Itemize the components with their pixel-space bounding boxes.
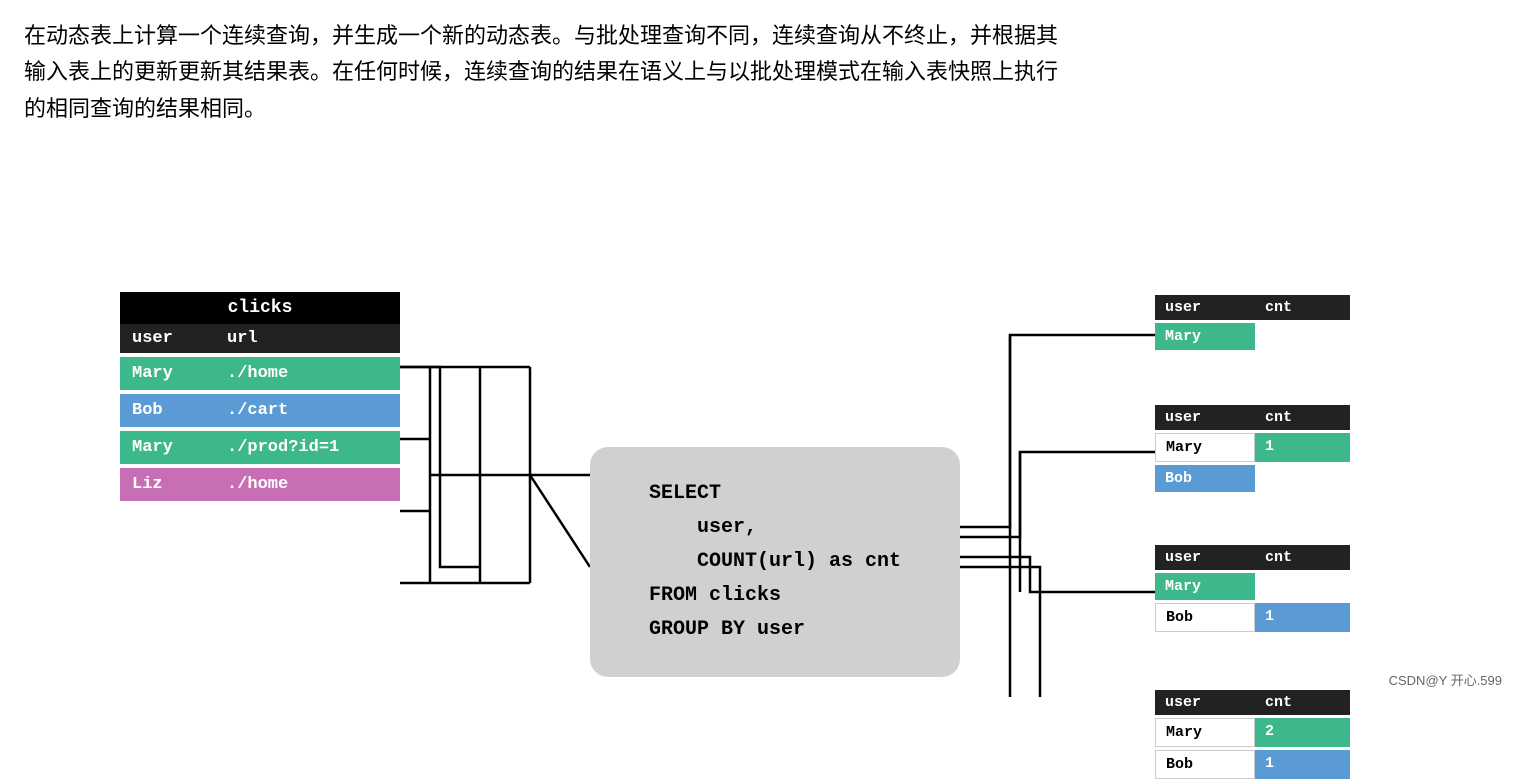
clicks-row-2-url: ./cart (215, 394, 400, 427)
clicks-row-1-user: Mary (120, 357, 215, 390)
result-4-col-cnt: cnt (1255, 690, 1350, 715)
clicks-row-4-user: Liz (120, 468, 215, 501)
result-1-row-1-cnt: 1 (1255, 323, 1350, 350)
desc-line2: 输入表上的更新更新其结果表。在任何时候，连续查询的结果在语义上与以批处理模式在输… (24, 54, 1490, 90)
clicks-row-1-url: ./home (215, 357, 400, 390)
result-1-col-user: user (1155, 295, 1255, 320)
result-table-4: user cnt Mary 2 Bob 1 (1155, 690, 1350, 779)
result-1-row-1: Mary 1 (1155, 323, 1350, 350)
clicks-row-3: Mary ./prod?id=1 (120, 431, 400, 464)
result-4-col-user: user (1155, 690, 1255, 715)
result-2-row-2-user: Bob (1155, 465, 1255, 492)
result-1-row-1-user: Mary (1155, 323, 1255, 350)
clicks-row-2: Bob ./cart (120, 394, 400, 427)
result-table-1: user cnt Mary 1 (1155, 295, 1350, 350)
result-3-col-user: user (1155, 545, 1255, 570)
result-3-row-1-user: Mary (1155, 573, 1255, 600)
result-2-row-1-user: Mary (1155, 433, 1255, 462)
watermark: CSDN@Y 开心.599 (1389, 670, 1502, 689)
diagram-area: clicks user url Mary ./home Bob ./cart M… (0, 137, 1514, 697)
result-1-col-cnt: cnt (1255, 295, 1350, 320)
result-table-3: user cnt Mary 2 Bob 1 (1155, 545, 1350, 632)
sql-code: SELECT user, COUNT(url) as cnt FROM clic… (649, 477, 901, 647)
clicks-table-header: user url (120, 324, 400, 353)
result-4-row-2-user: Bob (1155, 750, 1255, 779)
result-3-row-2-cnt: 1 (1255, 603, 1350, 632)
result-3-row-1: Mary 2 (1155, 573, 1350, 600)
result-4-row-2-cnt: 1 (1255, 750, 1350, 779)
result-2-col-user: user (1155, 405, 1255, 430)
clicks-row-3-url: ./prod?id=1 (215, 431, 400, 464)
clicks-row-3-user: Mary (120, 431, 215, 464)
clicks-row-4: Liz ./home (120, 468, 400, 501)
result-3-col-cnt: cnt (1255, 545, 1350, 570)
result-3-row-1-cnt: 2 (1255, 573, 1350, 600)
description-block: 在动态表上计算一个连续查询，并生成一个新的动态表。与批处理查询不同，连续查询从不… (0, 0, 1514, 137)
result-4-row-1-cnt: 2 (1255, 718, 1350, 747)
clicks-table-title: clicks (120, 292, 400, 324)
clicks-row-4-url: ./home (215, 468, 400, 501)
result-table-2: user cnt Mary 1 Bob 1 (1155, 405, 1350, 492)
clicks-row-1: Mary ./home (120, 357, 400, 390)
clicks-col-user: user (120, 324, 215, 353)
result-4-row-2: Bob 1 (1155, 750, 1350, 779)
clicks-col-url: url (215, 324, 400, 353)
result-4-header: user cnt (1155, 690, 1350, 715)
result-1-header: user cnt (1155, 295, 1350, 320)
result-4-row-1: Mary 2 (1155, 718, 1350, 747)
clicks-row-2-user: Bob (120, 394, 215, 427)
sql-box: SELECT user, COUNT(url) as cnt FROM clic… (590, 447, 960, 677)
result-2-col-cnt: cnt (1255, 405, 1350, 430)
result-3-header: user cnt (1155, 545, 1350, 570)
clicks-table: clicks user url Mary ./home Bob ./cart M… (120, 292, 400, 501)
result-2-row-2: Bob 1 (1155, 465, 1350, 492)
desc-line1: 在动态表上计算一个连续查询，并生成一个新的动态表。与批处理查询不同，连续查询从不… (24, 18, 1490, 54)
result-2-row-1: Mary 1 (1155, 433, 1350, 462)
result-4-row-1-user: Mary (1155, 718, 1255, 747)
result-2-header: user cnt (1155, 405, 1350, 430)
desc-line3: 的相同查询的结果相同。 (24, 91, 1490, 127)
result-3-row-2-user: Bob (1155, 603, 1255, 632)
result-2-row-1-cnt: 1 (1255, 433, 1350, 462)
result-3-row-2: Bob 1 (1155, 603, 1350, 632)
result-2-row-2-cnt: 1 (1255, 465, 1350, 492)
